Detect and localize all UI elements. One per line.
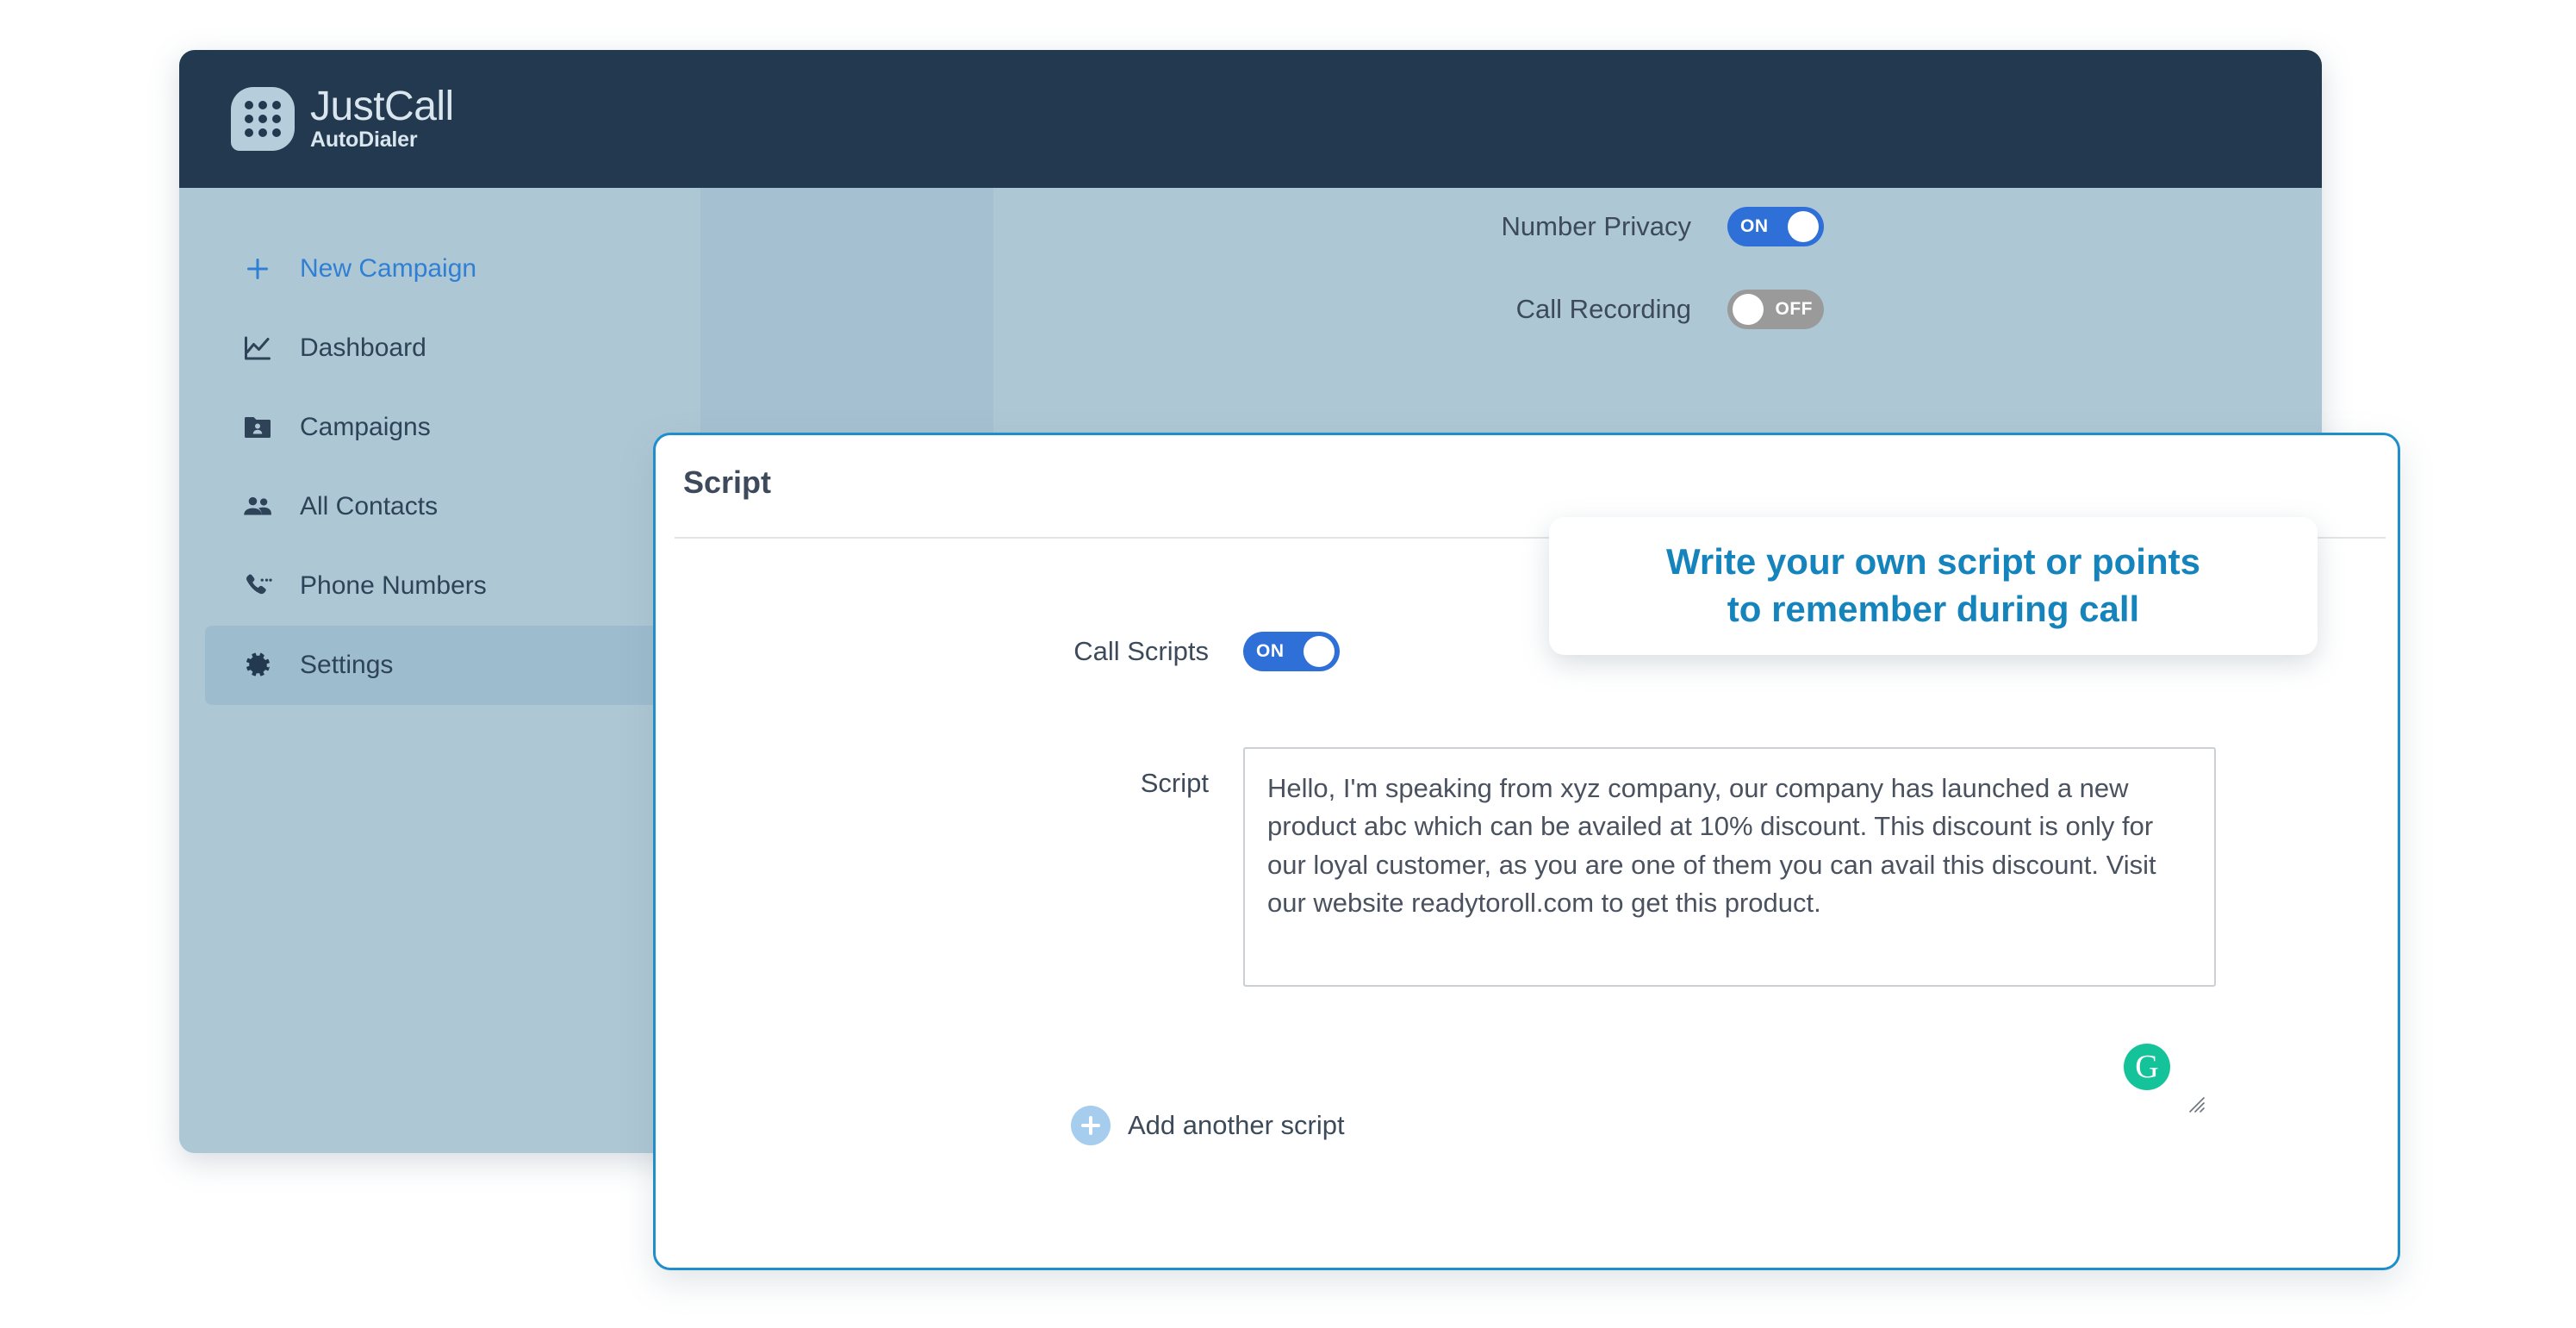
callout-line-1: Write your own script or points bbox=[1666, 541, 2200, 583]
brand-logo[interactable]: JustCall AutoDialer bbox=[231, 86, 454, 151]
phone-icon bbox=[238, 570, 277, 602]
sidebar-item-label: Settings bbox=[300, 651, 394, 679]
brand-subtitle: AutoDialer bbox=[310, 128, 418, 152]
toggle-knob bbox=[1788, 211, 1819, 242]
folder-user-icon bbox=[238, 412, 277, 443]
callout-tail bbox=[1894, 654, 1959, 744]
add-another-script-button[interactable]: Add another script bbox=[1071, 1106, 1345, 1145]
callout-text: Write your own script or points to remem… bbox=[1635, 539, 2231, 633]
script-field-label: Script bbox=[1140, 768, 1209, 798]
dialog-title: Script bbox=[683, 464, 772, 500]
callout-bubble: Write your own script or points to remem… bbox=[1549, 517, 2318, 655]
script-input[interactable] bbox=[1243, 747, 2216, 987]
toggle-state-label: ON bbox=[1740, 216, 1769, 236]
sidebar-item-phone-numbers[interactable]: Phone Numbers bbox=[205, 546, 670, 626]
sidebar-item-dashboard[interactable]: Dashboard bbox=[205, 309, 670, 388]
textarea-resize-handle[interactable] bbox=[2182, 1090, 2205, 1113]
people-icon bbox=[238, 490, 277, 523]
sidebar: New Campaign Dashboard Campaigns All Con… bbox=[179, 188, 700, 1153]
sidebar-item-campaigns[interactable]: Campaigns bbox=[205, 388, 670, 467]
chart-line-icon bbox=[238, 333, 277, 364]
setting-row-call-recording: Call Recording OFF bbox=[1433, 290, 1824, 329]
toggle-state-label: OFF bbox=[1775, 299, 1813, 319]
sidebar-item-label: All Contacts bbox=[300, 492, 439, 521]
gear-icon bbox=[238, 649, 277, 682]
add-another-script-label: Add another script bbox=[1128, 1110, 1345, 1140]
number-privacy-toggle[interactable]: ON bbox=[1727, 207, 1824, 246]
sidebar-item-label: New Campaign bbox=[300, 254, 477, 283]
call-scripts-toggle[interactable]: ON bbox=[1243, 632, 1340, 671]
sidebar-item-settings[interactable]: Settings bbox=[205, 626, 670, 705]
toggle-state-label: ON bbox=[1256, 641, 1285, 661]
grammarly-icon[interactable]: G bbox=[2124, 1044, 2170, 1090]
sidebar-item-label: Dashboard bbox=[300, 334, 426, 362]
sidebar-nav: New Campaign Dashboard Campaigns All Con… bbox=[205, 229, 670, 705]
toggle-knob bbox=[1304, 636, 1335, 667]
toggle-knob bbox=[1733, 294, 1764, 325]
sidebar-item-all-contacts[interactable]: All Contacts bbox=[205, 467, 670, 546]
sidebar-item-new-campaign[interactable]: New Campaign bbox=[205, 229, 670, 309]
plus-icon bbox=[238, 253, 277, 284]
call-recording-label: Call Recording bbox=[1515, 294, 1691, 324]
dialpad-grid-icon bbox=[231, 86, 295, 151]
setting-row-call-scripts: Call Scripts ON bbox=[959, 632, 1340, 671]
sidebar-item-label: Campaigns bbox=[300, 413, 431, 441]
number-privacy-label: Number Privacy bbox=[1501, 211, 1692, 241]
call-scripts-label: Call Scripts bbox=[1073, 636, 1209, 666]
sidebar-item-label: Phone Numbers bbox=[300, 571, 487, 600]
callout-line-2: to remember during call bbox=[1727, 589, 2140, 629]
brand-name: JustCall bbox=[310, 84, 454, 129]
setting-row-number-privacy: Number Privacy ON bbox=[1433, 207, 1824, 246]
app-header: JustCall AutoDialer bbox=[179, 50, 2322, 188]
call-recording-toggle[interactable]: OFF bbox=[1727, 290, 1824, 329]
plus-circle-icon bbox=[1071, 1106, 1111, 1145]
